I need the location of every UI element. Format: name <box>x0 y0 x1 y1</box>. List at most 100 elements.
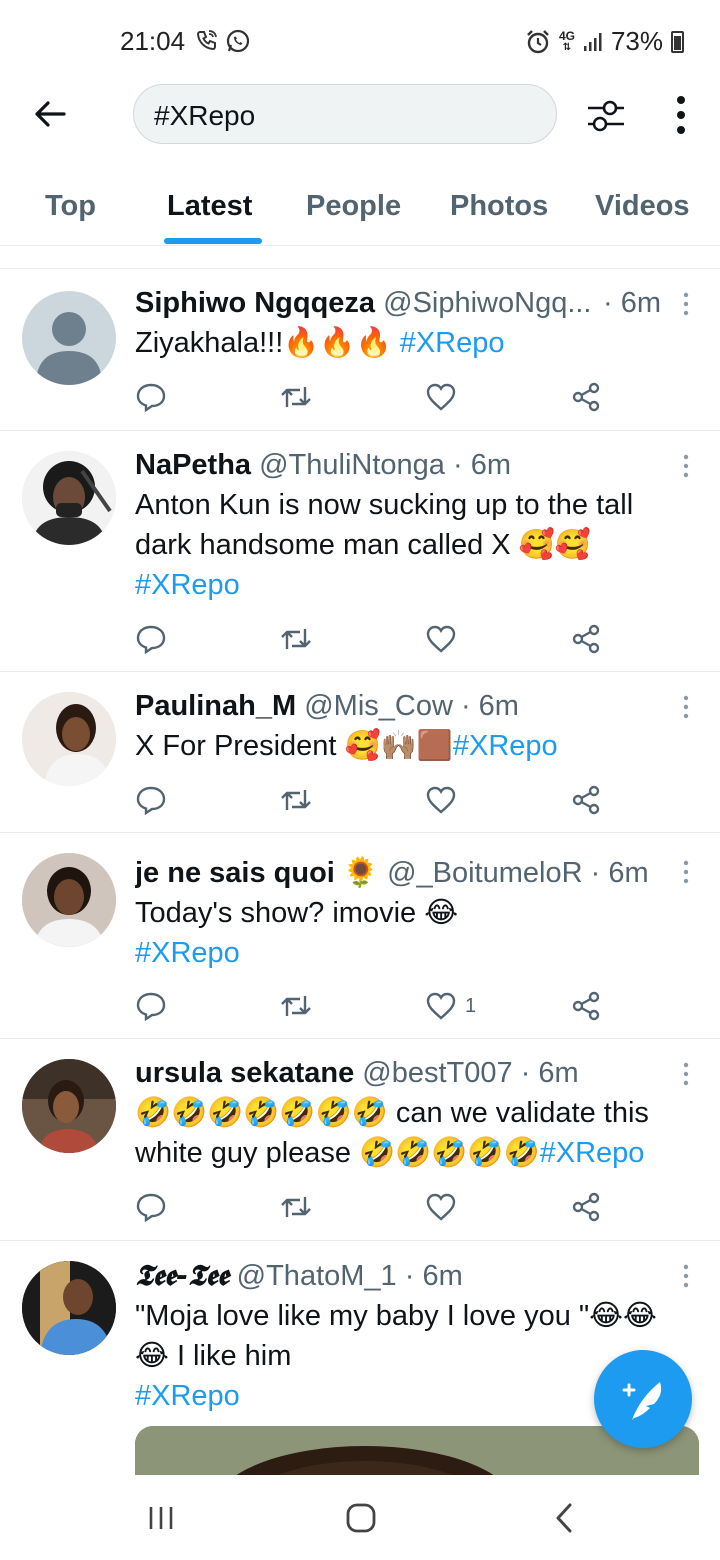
back-arrow-icon[interactable] <box>30 94 70 134</box>
search-input[interactable]: #XRepo <box>133 84 557 144</box>
tab-top[interactable]: Top <box>45 190 96 223</box>
share-button[interactable] <box>570 990 602 1022</box>
share-button[interactable] <box>570 623 602 655</box>
hashtag-link[interactable]: #XRepo <box>453 730 558 762</box>
tab-videos[interactable]: Videos <box>595 190 690 223</box>
heart-icon <box>426 1193 456 1221</box>
tweet-time: · 6m <box>590 857 649 889</box>
tweet-menu-icon[interactable] <box>682 1061 690 1087</box>
retweet-button[interactable] <box>279 381 313 413</box>
hashtag-link[interactable]: #XRepo <box>400 327 505 359</box>
like-button[interactable]: 1 <box>425 990 476 1022</box>
like-button[interactable] <box>425 623 465 655</box>
reply-button[interactable] <box>135 784 167 816</box>
username[interactable]: @_BoitumeloR <box>387 857 582 889</box>
heart-icon <box>426 625 456 653</box>
tweet-text: 🤣🤣🤣🤣🤣🤣🤣 can we validate this white guy p… <box>135 1097 649 1169</box>
tweet[interactable]: je ne sais quoi 🌻 @_BoitumeloR · 6m Toda… <box>0 833 720 1039</box>
tweet-feed[interactable]: Siphiwo Ngqqeza @SiphiwoNgq... Ziyakhala… <box>0 268 720 1475</box>
display-name[interactable]: NaPetha <box>135 449 251 481</box>
tweet-text: Today's show? imovie 😂 #XRepo <box>135 897 459 969</box>
status-bar: 21:04 4G ⇅ 73% <box>0 0 720 84</box>
tweet[interactable]: ursula sekatane @bestT007 · 6m 🤣🤣🤣🤣🤣🤣🤣 c… <box>0 1039 720 1241</box>
tab-latest[interactable]: Latest <box>167 190 252 223</box>
reply-icon <box>136 1193 166 1223</box>
tweet-body: NaPetha @ThuliNtonga · 6m Anton Kun is n… <box>135 445 700 605</box>
vertical-dots-icon[interactable] <box>664 92 698 138</box>
home-icon[interactable] <box>344 1501 378 1535</box>
avatar[interactable] <box>22 1059 116 1153</box>
profile-photo <box>22 1059 116 1153</box>
retweet-button[interactable] <box>279 623 313 655</box>
hashtag-link[interactable]: #XRepo <box>135 937 240 969</box>
share-button[interactable] <box>570 381 602 413</box>
reply-button[interactable] <box>135 1191 167 1223</box>
heart-icon <box>426 992 456 1020</box>
display-name[interactable]: 𝕿𝖊𝖊-𝕿𝖊𝖊 <box>135 1258 229 1292</box>
display-name[interactable]: Paulinah_M <box>135 690 296 722</box>
tweet[interactable]: Siphiwo Ngqqeza @SiphiwoNgq... Ziyakhala… <box>0 269 720 431</box>
retweet-button[interactable] <box>279 1191 313 1223</box>
like-button[interactable] <box>425 1191 465 1223</box>
hashtag-link[interactable]: #XRepo <box>135 569 240 601</box>
profile-photo <box>22 1261 116 1355</box>
username[interactable]: @ThatoM_1 <box>237 1260 397 1292</box>
share-icon <box>572 991 600 1021</box>
alarm-icon <box>527 29 549 53</box>
tweet-menu-icon[interactable] <box>682 291 690 317</box>
avatar[interactable] <box>22 291 116 385</box>
tweet[interactable]: Paulinah_M @Mis_Cow · 6m X For President… <box>0 672 720 833</box>
retweet-button[interactable] <box>279 784 313 816</box>
whatsapp-icon <box>226 29 250 53</box>
hashtag-link[interactable]: #XRepo <box>135 1380 240 1412</box>
tweet-actions <box>135 784 615 816</box>
recent-apps-icon[interactable] <box>146 1503 176 1533</box>
profile-photo <box>22 853 116 947</box>
like-button[interactable] <box>425 784 465 816</box>
tweet-menu-icon[interactable] <box>682 859 690 885</box>
tweet[interactable]: NaPetha @ThuliNtonga · 6m Anton Kun is n… <box>0 431 720 672</box>
tweet-time: · 6m <box>603 287 661 319</box>
avatar[interactable] <box>22 1261 116 1355</box>
tweet-actions <box>135 623 615 655</box>
hashtag-link[interactable]: #XRepo <box>540 1137 645 1169</box>
tweet-header: NaPetha @ThuliNtonga · 6m <box>135 445 700 485</box>
tweet-text: Ziyakhala!!!🔥🔥🔥 #XRepo <box>135 327 505 359</box>
tweet-body: je ne sais quoi 🌻 @_BoitumeloR · 6m Toda… <box>135 853 700 973</box>
like-button[interactable] <box>425 381 465 413</box>
display-name[interactable]: Siphiwo Ngqqeza <box>135 287 375 319</box>
username[interactable]: @SiphiwoNgq... <box>383 287 591 319</box>
tweet-menu-icon[interactable] <box>682 453 690 479</box>
feather-plus-icon <box>622 1382 662 1420</box>
battery-percent: 73% <box>610 26 663 56</box>
retweet-button[interactable] <box>279 990 313 1022</box>
display-name[interactable]: ursula sekatane <box>135 1057 354 1089</box>
compose-tweet-button[interactable] <box>594 1350 692 1448</box>
reply-button[interactable] <box>135 623 167 655</box>
username[interactable]: @Mis_Cow <box>304 690 453 722</box>
tweet-body: ursula sekatane @bestT007 · 6m 🤣🤣🤣🤣🤣🤣🤣 c… <box>135 1053 700 1173</box>
tab-people[interactable]: People <box>306 190 401 223</box>
back-nav-icon[interactable] <box>550 1501 580 1535</box>
reply-button[interactable] <box>135 381 167 413</box>
avatar[interactable] <box>22 451 116 545</box>
tweet-time: · 6m <box>520 1057 579 1089</box>
tweet-menu-icon[interactable] <box>682 694 690 720</box>
share-button[interactable] <box>570 1191 602 1223</box>
profile-photo <box>22 692 116 786</box>
avatar[interactable] <box>22 853 116 947</box>
default-profile-icon <box>36 312 102 385</box>
tab-photos[interactable]: Photos <box>450 190 548 223</box>
username[interactable]: @bestT007 <box>362 1057 512 1089</box>
username[interactable]: @ThuliNtonga <box>259 449 445 481</box>
search-query: #XRepo <box>154 100 256 131</box>
share-button[interactable] <box>570 784 602 816</box>
avatar[interactable] <box>22 692 116 786</box>
sliders-icon[interactable] <box>584 94 628 138</box>
search-tabs: Top Latest People Photos Videos <box>0 168 720 246</box>
tweet-text: X For President 🥰🙌🏽🟫#XRepo <box>135 730 558 762</box>
retweet-icon <box>281 790 311 810</box>
tweet-menu-icon[interactable] <box>682 1263 690 1289</box>
reply-button[interactable] <box>135 990 167 1022</box>
display-name[interactable]: je ne sais quoi 🌻 <box>135 857 379 889</box>
